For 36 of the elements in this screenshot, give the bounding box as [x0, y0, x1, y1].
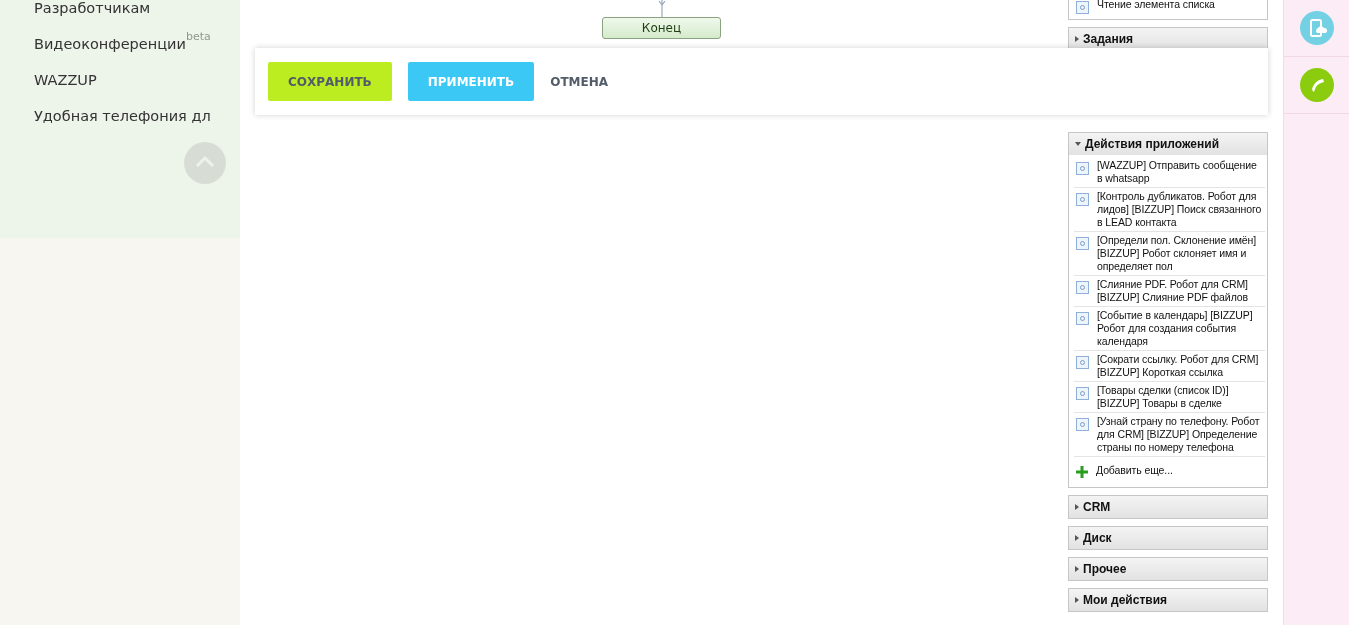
- activity-icon: [1076, 1, 1089, 14]
- group-header[interactable]: Действия приложений: [1069, 133, 1267, 155]
- activity-item[interactable]: [Товары сделки (список ID)] [BIZZUP] Товары в сделке: [1097, 384, 1265, 410]
- activity-icon: [1076, 281, 1089, 294]
- activity-icon: [1076, 162, 1089, 175]
- activity-item[interactable]: [Слияние PDF. Робот для CRM] [BIZZUP] Слияние PDF файлов: [1097, 278, 1265, 304]
- activity-icon: [1076, 418, 1089, 431]
- activity-item[interactable]: [Событие в календарь] [BIZZUP] Робот для создания события календаря: [1097, 309, 1265, 348]
- group-header[interactable]: Прочее: [1069, 558, 1267, 580]
- activity-icon: [1076, 312, 1089, 325]
- beta-label: beta: [185, 30, 211, 43]
- activity-item[interactable]: [Контроль дубликатов. Робот для лидов] [BIZZUP] Поиск связанного в LEAD контакта: [1097, 190, 1265, 229]
- sidebar-item[interactable]: Видеоконференции: [34, 36, 186, 52]
- sidebar-item[interactable]: WAZZUP: [34, 72, 97, 88]
- activity-icon: [1076, 193, 1089, 206]
- activity-icon: [1076, 356, 1089, 369]
- save-button[interactable]: СОХРАНИТЬ: [268, 62, 392, 101]
- activity-icon: [1076, 387, 1089, 400]
- add-more-link[interactable]: Добавить еще...: [1096, 464, 1173, 477]
- group-header[interactable]: CRM: [1069, 496, 1267, 518]
- connector-line: [657, 0, 666, 17]
- phone-icon[interactable]: [1300, 68, 1334, 102]
- group-header[interactable]: Мои действия: [1069, 589, 1267, 611]
- group-header[interactable]: Диск: [1069, 527, 1267, 549]
- sidebar-item[interactable]: Разработчикам: [34, 0, 151, 16]
- activity-item[interactable]: [Сократи ссылку. Робот для CRM] [BIZZUP] Короткая ссылка: [1097, 353, 1265, 379]
- activity-item[interactable]: [Определи пол. Склонение имён] [BIZZUP] Робот склоняет имя и определяет пол: [1097, 234, 1265, 273]
- plus-icon: [1076, 466, 1088, 478]
- cancel-link[interactable]: ОТМЕНА: [550, 62, 609, 101]
- end-node: Конец: [602, 17, 721, 39]
- activity-item[interactable]: [WAZZUP] Отправить сообщение в whatsapp: [1097, 159, 1265, 185]
- activity-icon: [1076, 237, 1089, 250]
- activity-item[interactable]: [Узнай страну по телефону. Робот для CRM] [BIZZUP] Определение страны по номеру телефона: [1097, 415, 1265, 454]
- phone-cloud-icon[interactable]: [1300, 11, 1334, 45]
- sidebar-item[interactable]: Удобная телефония дл: [34, 108, 211, 124]
- group-header[interactable]: Задания: [1069, 28, 1267, 50]
